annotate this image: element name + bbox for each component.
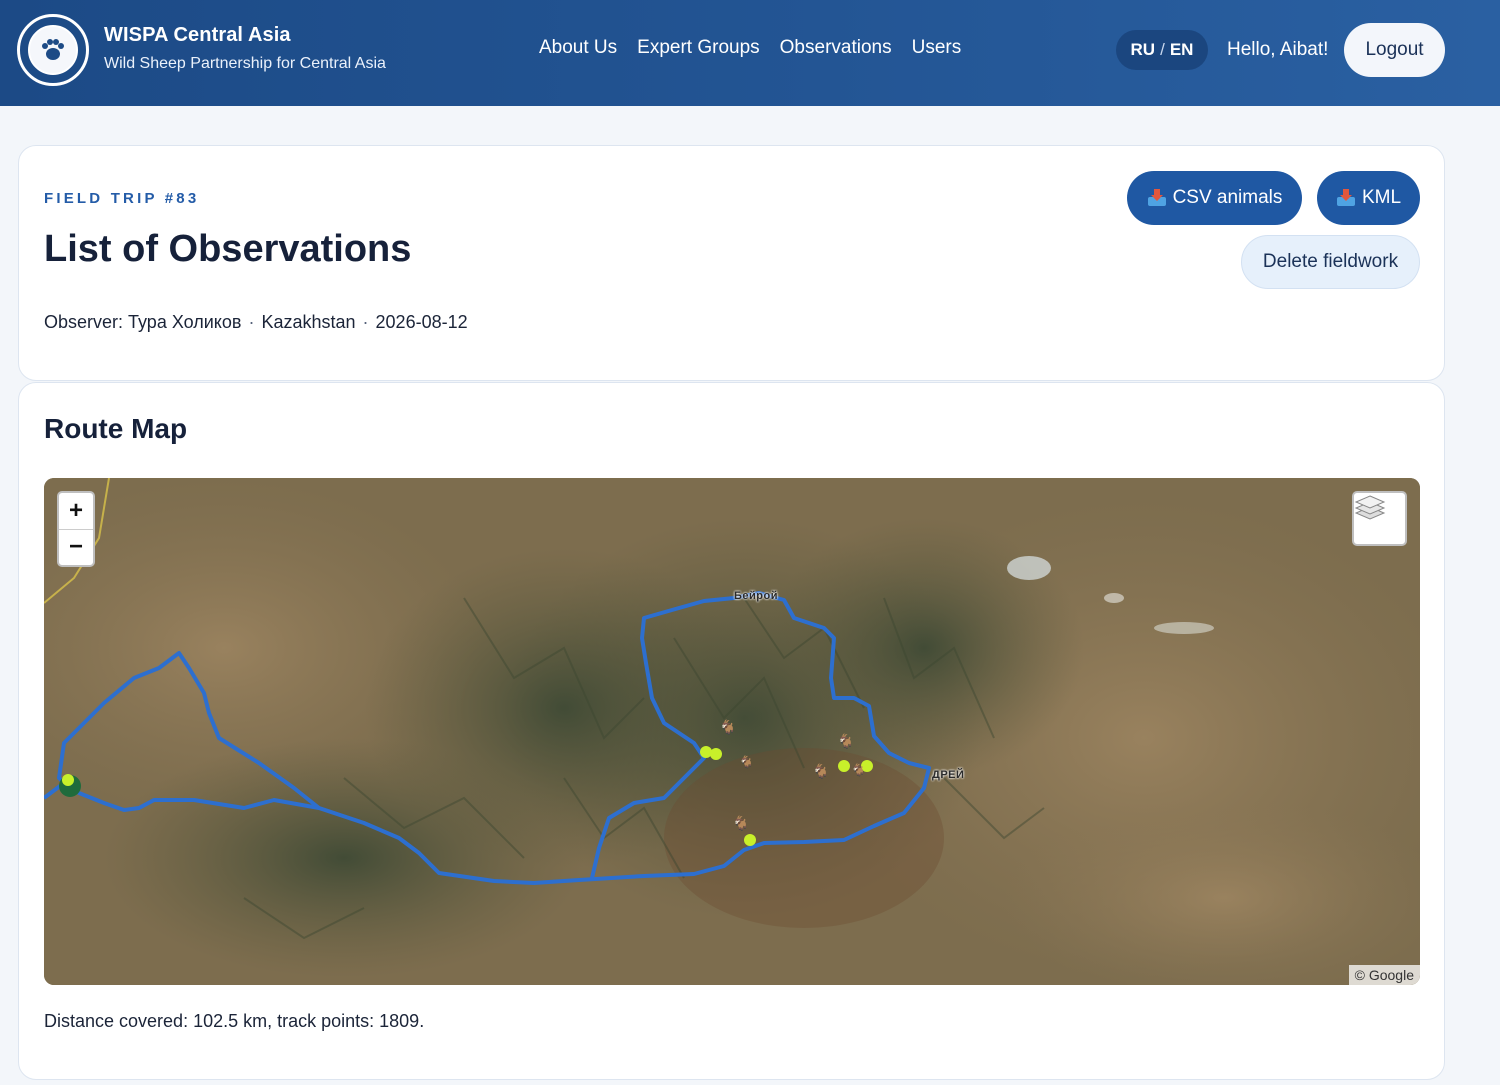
lang-en-link[interactable]: EN (1170, 40, 1194, 60)
wispa-logo[interactable] (17, 14, 89, 86)
paw-print-icon (28, 25, 78, 75)
svg-text:🐐: 🐐 (732, 815, 749, 832)
csv-animals-label: CSV animals (1172, 187, 1283, 208)
svg-text:🐐: 🐐 (812, 763, 829, 780)
distance-text: Distance covered: 102.5 km, track points… (44, 1011, 425, 1031)
meta-separator: · (248, 312, 255, 332)
satellite-map-canvas: 🐐 🐐 🐐 🐐 🐐 🐐 (44, 478, 1420, 985)
nav-observations[interactable]: Observations (780, 37, 892, 59)
nav-users[interactable]: Users (912, 37, 962, 59)
layers-button[interactable] (1352, 491, 1407, 546)
download-tray-icon (1336, 189, 1356, 207)
svg-text:🐐: 🐐 (719, 719, 736, 736)
observer-text: Observer: Тура Холиков (44, 312, 242, 332)
zoom-control: + − (57, 491, 95, 567)
brand-title: WISPA Central Asia (104, 24, 291, 46)
delete-fieldwork-button[interactable]: Delete fieldwork (1241, 235, 1420, 289)
distance-summary: Distance covered: 102.5 km, track points… (44, 1011, 424, 1032)
kml-button[interactable]: KML (1317, 171, 1420, 225)
lang-ru-link[interactable]: RU (1131, 40, 1156, 60)
logout-button[interactable]: Logout (1344, 23, 1445, 77)
map-place-label: ДРЕЙ (932, 769, 965, 781)
page-title: List of Observations (44, 228, 412, 270)
date-text: 2026-08-12 (375, 312, 468, 332)
country-text: Kazakhstan (261, 312, 356, 332)
csv-animals-button[interactable]: CSV animals (1127, 171, 1302, 225)
map-place-label: Бейрой (734, 590, 778, 602)
language-switcher: RU / EN (1116, 30, 1208, 70)
zoom-out-button[interactable]: − (59, 530, 93, 566)
zoom-in-button[interactable]: + (59, 493, 93, 530)
map-attribution[interactable]: © Google (1348, 965, 1420, 985)
kml-label: KML (1361, 187, 1402, 208)
observation-marker[interactable] (62, 774, 74, 786)
svg-text:🐐: 🐐 (837, 733, 854, 750)
svg-text:🐐: 🐐 (851, 763, 866, 777)
nav-expert-groups[interactable]: Expert Groups (637, 37, 760, 59)
nav-about-us[interactable]: About Us (539, 37, 617, 59)
user-greeting: Hello, Aibat! (1227, 39, 1329, 60)
meta-separator: · (362, 312, 369, 332)
fieldtrip-meta: Observer: Тура Холиков · Kazakhstan · 20… (44, 312, 468, 333)
main-nav: About Us Expert Groups Observations User… (539, 37, 961, 59)
route-map-title: Route Map (44, 413, 188, 444)
brand-subtitle: Wild Sheep Partnership for Central Asia (104, 55, 386, 72)
fieldtrip-eyebrow: FIELD TRIP #83 (44, 190, 200, 207)
brand-block[interactable]: WISPA Central Asia Wild Sheep Partnershi… (104, 24, 386, 73)
download-tray-icon (1147, 189, 1167, 207)
top-navigation-bar: WISPA Central Asia Wild Sheep Partnershi… (0, 0, 1500, 106)
route-map[interactable]: 🐐 🐐 🐐 🐐 🐐 🐐 Бейрой ДРЕЙ + − © Google (44, 478, 1420, 985)
svg-text:🐐: 🐐 (739, 755, 754, 769)
fieldtrip-card: FIELD TRIP #83 List of Observations Obse… (18, 145, 1445, 381)
layers-icon (1354, 495, 1386, 520)
lang-separator: / (1160, 40, 1165, 59)
route-map-card: Route Map 🐐 🐐 🐐 🐐 🐐 🐐 Бейрой ДРЕЙ + − © … (18, 382, 1445, 1080)
